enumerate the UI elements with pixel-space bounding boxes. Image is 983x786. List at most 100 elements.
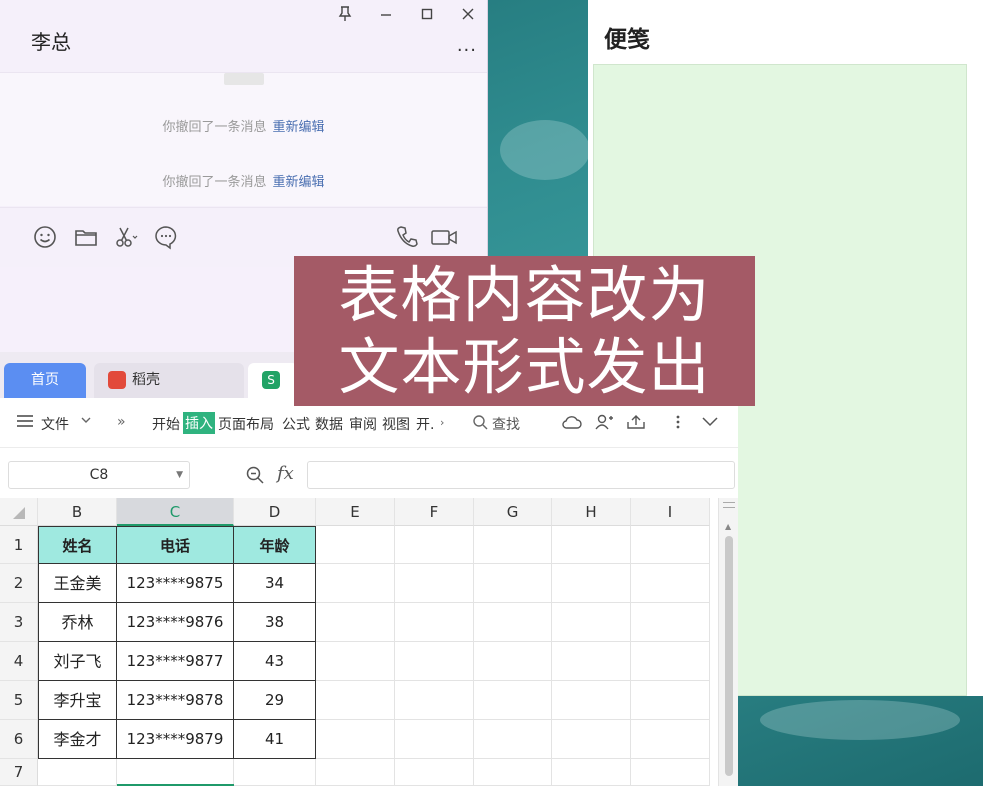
column-header-b[interactable]: B [38, 498, 117, 526]
tab-daoke[interactable]: 稻壳 [94, 363, 244, 398]
row-header-7[interactable]: 7 [0, 759, 38, 786]
share-icon[interactable] [626, 414, 646, 434]
data-cell[interactable]: 38 [234, 603, 316, 642]
empty-cell[interactable] [474, 603, 552, 642]
data-cell[interactable]: 乔林 [38, 603, 117, 642]
empty-cell[interactable] [395, 720, 474, 759]
cloud-sync-icon[interactable] [561, 414, 583, 434]
data-cell[interactable]: 王金美 [38, 564, 117, 603]
empty-cell[interactable] [631, 681, 710, 720]
video-call-icon[interactable] [430, 224, 460, 250]
empty-cell[interactable] [316, 759, 395, 786]
data-cell[interactable]: 123****9876 [117, 603, 234, 642]
maximize-icon[interactable] [416, 6, 438, 26]
header-cell[interactable]: 电话 [117, 526, 234, 564]
empty-cell[interactable] [552, 720, 631, 759]
empty-cell[interactable] [474, 720, 552, 759]
data-cell[interactable]: 34 [234, 564, 316, 603]
empty-cell[interactable] [552, 526, 631, 564]
empty-cell[interactable] [631, 720, 710, 759]
data-cell[interactable]: 123****9877 [117, 642, 234, 681]
row-header-5[interactable]: 5 [0, 681, 38, 720]
menu-start[interactable]: 开始 [152, 414, 180, 434]
zoom-search-icon[interactable] [245, 465, 265, 489]
add-collaborator-icon[interactable] [594, 414, 614, 434]
empty-cell[interactable] [316, 526, 395, 564]
empty-cell[interactable] [474, 564, 552, 603]
menu-view[interactable]: 视图 [382, 414, 410, 434]
formula-input[interactable] [307, 461, 735, 489]
row-header-6[interactable]: 6 [0, 720, 38, 759]
column-header-i[interactable]: I [631, 498, 710, 526]
empty-cell[interactable] [474, 759, 552, 786]
row-header-2[interactable]: 2 [0, 564, 38, 603]
data-cell[interactable]: 29 [234, 681, 316, 720]
collapse-ribbon-icon[interactable] [701, 414, 719, 432]
menu-file[interactable]: 文件 [41, 414, 69, 434]
empty-cell[interactable] [552, 681, 631, 720]
empty-cell[interactable] [552, 603, 631, 642]
empty-cell[interactable] [395, 759, 474, 786]
empty-cell[interactable] [474, 681, 552, 720]
emoji-icon[interactable] [32, 224, 58, 250]
row-header-4[interactable]: 4 [0, 642, 38, 681]
empty-cell[interactable] [631, 564, 710, 603]
close-icon[interactable] [457, 6, 479, 26]
pin-icon[interactable] [334, 6, 356, 26]
column-header-c[interactable]: C [117, 498, 234, 526]
empty-cell[interactable] [316, 642, 395, 681]
vertical-scrollbar[interactable]: ▲ [718, 498, 738, 786]
re-edit-link[interactable]: 重新编辑 [273, 175, 325, 190]
data-cell[interactable]: 123****9879 [117, 720, 234, 759]
empty-cell[interactable] [395, 603, 474, 642]
split-handle[interactable] [723, 502, 735, 508]
data-cell[interactable]: 123****9875 [117, 564, 234, 603]
menu-insert[interactable]: 插入 [183, 412, 215, 434]
menu-developer[interactable]: 开. [416, 414, 434, 434]
data-cell[interactable]: 43 [234, 642, 316, 681]
more-vertical-icon[interactable] [675, 414, 681, 434]
column-header-d[interactable]: D [234, 498, 316, 526]
select-all-corner[interactable] [0, 498, 38, 526]
minimize-icon[interactable] [375, 6, 397, 26]
name-box[interactable]: C8 ▼ [8, 461, 190, 489]
empty-cell[interactable] [395, 526, 474, 564]
row-header-3[interactable]: 3 [0, 603, 38, 642]
empty-cell[interactable] [474, 642, 552, 681]
empty-cell[interactable] [38, 759, 117, 786]
phone-icon[interactable] [395, 224, 421, 250]
folder-icon[interactable] [73, 224, 99, 250]
menu-formula[interactable]: 公式 [282, 414, 310, 434]
scrollbar-thumb[interactable] [725, 536, 733, 776]
data-cell[interactable]: 李金才 [38, 720, 117, 759]
column-header-f[interactable]: F [395, 498, 474, 526]
scroll-up-icon[interactable]: ▲ [725, 522, 731, 531]
empty-cell[interactable] [395, 681, 474, 720]
row-header-1[interactable]: 1 [0, 526, 38, 564]
empty-cell[interactable] [552, 642, 631, 681]
empty-cell[interactable] [631, 526, 710, 564]
empty-cell[interactable] [631, 642, 710, 681]
menu-data[interactable]: 数据 [315, 414, 343, 434]
scroll-right-icon[interactable]: › [440, 416, 444, 429]
re-edit-link[interactable]: 重新编辑 [273, 120, 325, 135]
tab-home[interactable]: 首页 [4, 363, 86, 398]
empty-cell[interactable] [117, 759, 234, 786]
empty-cell[interactable] [631, 603, 710, 642]
header-cell[interactable]: 年龄 [234, 526, 316, 564]
empty-cell[interactable] [316, 681, 395, 720]
chevron-down-icon[interactable]: ▼ [176, 462, 183, 488]
empty-cell[interactable] [552, 759, 631, 786]
data-cell[interactable]: 123****9878 [117, 681, 234, 720]
column-header-g[interactable]: G [474, 498, 552, 526]
empty-cell[interactable] [395, 642, 474, 681]
menu-page-layout[interactable]: 页面布局 [218, 414, 274, 434]
data-cell[interactable]: 李升宝 [38, 681, 117, 720]
empty-cell[interactable] [234, 759, 316, 786]
empty-cell[interactable] [474, 526, 552, 564]
search-icon[interactable] [472, 414, 488, 434]
header-cell[interactable]: 姓名 [38, 526, 117, 564]
data-cell[interactable]: 刘子飞 [38, 642, 117, 681]
column-header-e[interactable]: E [316, 498, 395, 526]
empty-cell[interactable] [552, 564, 631, 603]
